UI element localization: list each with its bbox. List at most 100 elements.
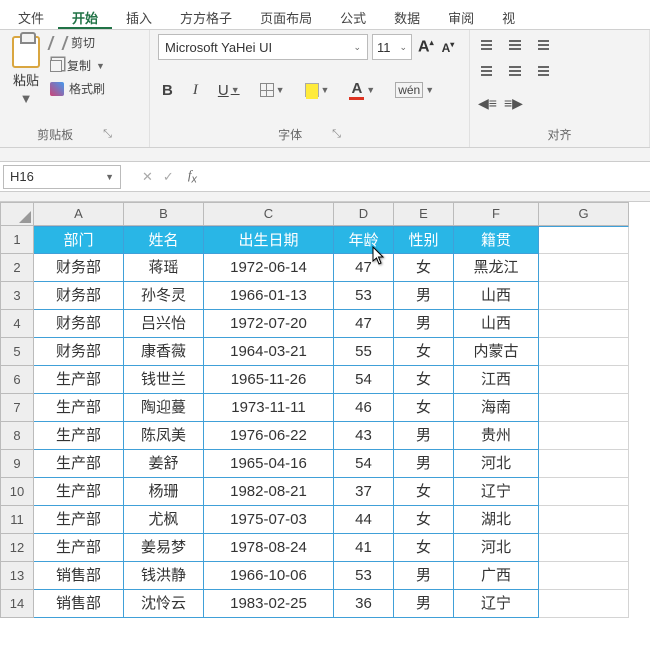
data-cell[interactable]: 湖北	[454, 506, 539, 534]
data-cell[interactable]: 黑龙江	[454, 254, 539, 282]
column-header-D[interactable]: D	[334, 202, 394, 226]
data-cell[interactable]	[539, 590, 629, 618]
data-cell[interactable]: 山西	[454, 310, 539, 338]
data-cell[interactable]: 女	[394, 478, 454, 506]
data-cell[interactable]: 辽宁	[454, 590, 539, 618]
column-header-G[interactable]: G	[539, 202, 629, 226]
tab-5[interactable]: 公式	[326, 4, 380, 29]
header-cell[interactable]: 部门	[34, 226, 124, 254]
row-header[interactable]: 3	[0, 282, 34, 310]
column-header-B[interactable]: B	[124, 202, 204, 226]
column-header-A[interactable]: A	[34, 202, 124, 226]
decrease-indent-button[interactable]: ◀≡	[478, 92, 500, 114]
header-cell[interactable]	[539, 226, 629, 254]
data-cell[interactable]: 内蒙古	[454, 338, 539, 366]
data-cell[interactable]: 女	[394, 394, 454, 422]
data-cell[interactable]: 财务部	[34, 310, 124, 338]
data-cell[interactable]: 销售部	[34, 562, 124, 590]
column-header-C[interactable]: C	[204, 202, 334, 226]
data-cell[interactable]: 山西	[454, 282, 539, 310]
align-center[interactable]	[504, 60, 526, 82]
format-painter-button[interactable]: 格式刷	[50, 80, 105, 97]
column-header-E[interactable]: E	[394, 202, 454, 226]
data-cell[interactable]: 生产部	[34, 394, 124, 422]
data-cell[interactable]: 54	[334, 366, 394, 394]
header-cell[interactable]: 性别	[394, 226, 454, 254]
data-cell[interactable]: 47	[334, 310, 394, 338]
data-cell[interactable]: 男	[394, 422, 454, 450]
cancel-formula-button[interactable]: ✕	[142, 169, 153, 185]
data-cell[interactable]: 37	[334, 478, 394, 506]
align-left[interactable]	[478, 60, 500, 82]
data-cell[interactable]: 女	[394, 506, 454, 534]
data-cell[interactable]: 沈怜云	[124, 590, 204, 618]
data-cell[interactable]: 江西	[454, 366, 539, 394]
row-header[interactable]: 6	[0, 366, 34, 394]
font-expand-icon[interactable]: ⤡	[332, 128, 341, 141]
border-button[interactable]: ▼	[256, 81, 289, 99]
fx-icon[interactable]: fx	[182, 167, 203, 186]
data-cell[interactable]: 财务部	[34, 338, 124, 366]
increase-indent-button[interactable]: ≡▶	[504, 92, 526, 114]
bold-button[interactable]: B	[158, 80, 177, 101]
data-cell[interactable]	[539, 310, 629, 338]
data-cell[interactable]: 贵州	[454, 422, 539, 450]
data-cell[interactable]	[539, 338, 629, 366]
data-cell[interactable]: 男	[394, 590, 454, 618]
data-cell[interactable]: 女	[394, 254, 454, 282]
row-header[interactable]: 5	[0, 338, 34, 366]
underline-button[interactable]: U ▼	[214, 80, 244, 101]
data-cell[interactable]: 孙冬灵	[124, 282, 204, 310]
data-cell[interactable]: 男	[394, 450, 454, 478]
data-cell[interactable]: 钱世兰	[124, 366, 204, 394]
data-cell[interactable]	[539, 534, 629, 562]
data-cell[interactable]: 54	[334, 450, 394, 478]
data-cell[interactable]: 财务部	[34, 254, 124, 282]
data-cell[interactable]: 钱洪静	[124, 562, 204, 590]
data-cell[interactable]: 41	[334, 534, 394, 562]
data-cell[interactable]: 男	[394, 562, 454, 590]
data-cell[interactable]: 吕兴怡	[124, 310, 204, 338]
paste-button[interactable]: 粘贴 ▼	[8, 34, 44, 108]
data-cell[interactable]: 男	[394, 310, 454, 338]
data-cell[interactable]: 生产部	[34, 478, 124, 506]
data-cell[interactable]: 1966-10-06	[204, 562, 334, 590]
fill-color-button[interactable]: ▼	[301, 81, 334, 99]
data-cell[interactable]	[539, 450, 629, 478]
data-cell[interactable]: 1965-04-16	[204, 450, 334, 478]
data-cell[interactable]: 蒋瑶	[124, 254, 204, 282]
font-name-select[interactable]: Microsoft YaHei UI⌄	[158, 34, 368, 60]
data-cell[interactable]: 1972-06-14	[204, 254, 334, 282]
row-header[interactable]: 12	[0, 534, 34, 562]
tab-8[interactable]: 视	[488, 4, 529, 29]
data-cell[interactable]: 1983-02-25	[204, 590, 334, 618]
data-cell[interactable]	[539, 422, 629, 450]
align-top-left[interactable]	[478, 34, 500, 56]
decrease-font-button[interactable]: A▾	[440, 40, 457, 55]
align-top-center[interactable]	[504, 34, 526, 56]
data-cell[interactable]: 河北	[454, 534, 539, 562]
row-header[interactable]: 10	[0, 478, 34, 506]
accept-formula-button[interactable]: ✓	[163, 169, 174, 185]
header-cell[interactable]: 姓名	[124, 226, 204, 254]
data-cell[interactable]: 姜舒	[124, 450, 204, 478]
data-cell[interactable]: 生产部	[34, 366, 124, 394]
data-cell[interactable]: 1982-08-21	[204, 478, 334, 506]
data-cell[interactable]: 1978-08-24	[204, 534, 334, 562]
align-right[interactable]	[530, 60, 552, 82]
row-header[interactable]: 4	[0, 310, 34, 338]
tab-3[interactable]: 方方格子	[166, 4, 246, 29]
data-cell[interactable]: 陈凤美	[124, 422, 204, 450]
data-cell[interactable]: 1973-11-11	[204, 394, 334, 422]
row-header[interactable]: 9	[0, 450, 34, 478]
data-cell[interactable]: 1964-03-21	[204, 338, 334, 366]
chevron-down-icon[interactable]: ▼	[105, 172, 114, 182]
header-cell[interactable]: 年龄	[334, 226, 394, 254]
data-cell[interactable]: 生产部	[34, 534, 124, 562]
data-cell[interactable]: 女	[394, 534, 454, 562]
data-cell[interactable]: 尤枫	[124, 506, 204, 534]
row-header[interactable]: 14	[0, 590, 34, 618]
row-header[interactable]: 8	[0, 422, 34, 450]
data-cell[interactable]: 53	[334, 562, 394, 590]
formula-input[interactable]	[203, 165, 650, 189]
